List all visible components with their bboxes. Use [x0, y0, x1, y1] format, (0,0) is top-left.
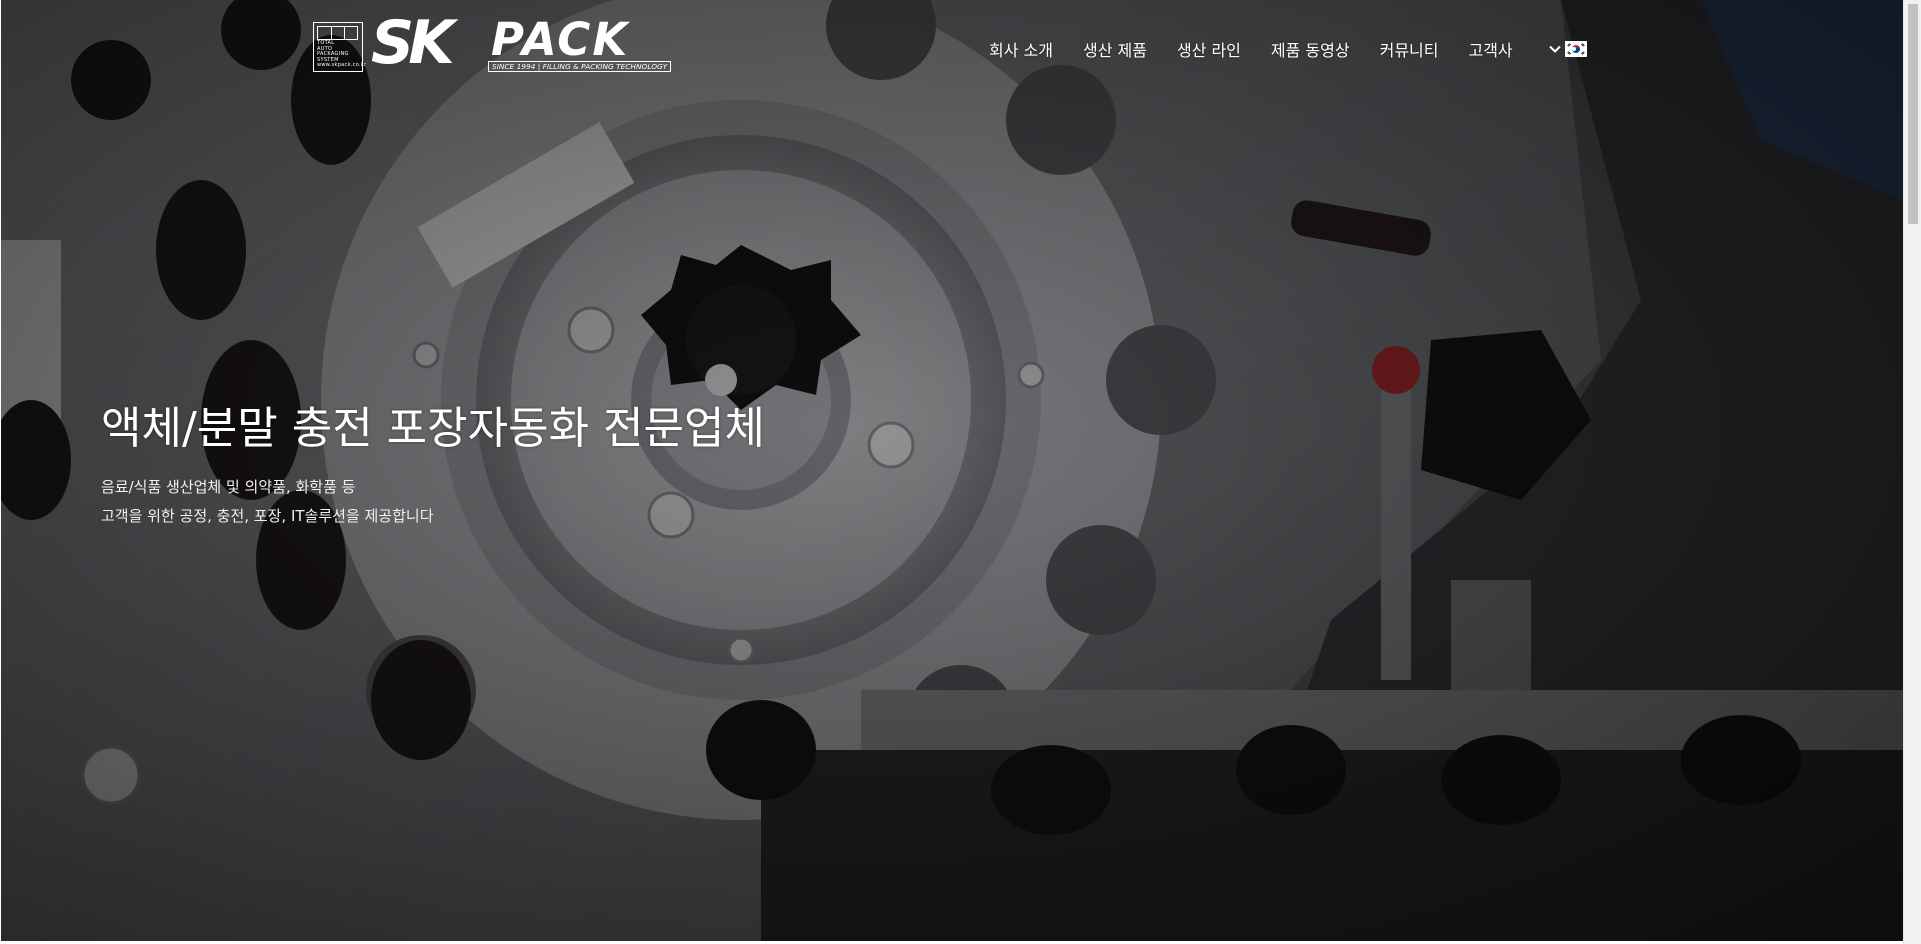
page-scrollbar[interactable]	[1903, 0, 1921, 944]
chevron-down-icon	[1548, 45, 1561, 53]
site-logo[interactable]: TOTAL AUTO PACKAGING SYSTEM www.skpack.c…	[313, 12, 672, 74]
logo-sk-text: SK	[371, 8, 455, 78]
logo-pack-text: PACK	[491, 13, 630, 66]
hero-subtitle-line-1: 음료/식품 생산업체 및 의약품, 화학품 등	[101, 478, 356, 496]
logo-emblem: TOTAL AUTO PACKAGING SYSTEM www.skpack.c…	[313, 22, 367, 72]
hero-subtitle-line-2: 고객을 위한 공정, 충전, 포장, IT솔루션을 제공합니다	[101, 507, 434, 525]
language-selector[interactable]	[1548, 41, 1587, 57]
hero-background-video	[1, 0, 1903, 944]
scrollbar-thumb[interactable]	[1908, 4, 1918, 224]
nav-item-production-line[interactable]: 생산 라인	[1177, 37, 1241, 61]
nav-item-products[interactable]: 생산 제품	[1083, 37, 1147, 61]
site-header: TOTAL AUTO PACKAGING SYSTEM www.skpack.c…	[1, 0, 1903, 100]
viewport: TOTAL AUTO PACKAGING SYSTEM www.skpack.c…	[1, 0, 1903, 944]
nav-item-company[interactable]: 회사 소개	[989, 37, 1053, 61]
hero-title: 액체/분말 충전 포장자동화 전문업체	[101, 403, 765, 454]
hero-subtitle: 음료/식품 생산업체 및 의약품, 화학품 등 고객을 위한 공정, 충전, 포…	[101, 473, 434, 531]
nav-item-community[interactable]: 커뮤니티	[1380, 37, 1439, 61]
nav-item-product-videos[interactable]: 제품 동영상	[1271, 37, 1350, 61]
hero-section: TOTAL AUTO PACKAGING SYSTEM www.skpack.c…	[1, 0, 1903, 944]
logo-box-text: TOTAL AUTO PACKAGING SYSTEM www.skpack.c…	[317, 40, 367, 69]
korea-flag-icon	[1564, 41, 1587, 57]
logo-tagline: SINCE 1994 | FILLING & PACKING TECHNOLOG…	[488, 61, 672, 72]
nav-item-customers[interactable]: 고객사	[1468, 37, 1512, 61]
main-nav: 회사 소개 생산 제품 생산 라인 제품 동영상 커뮤니티 고객사	[989, 36, 1587, 62]
